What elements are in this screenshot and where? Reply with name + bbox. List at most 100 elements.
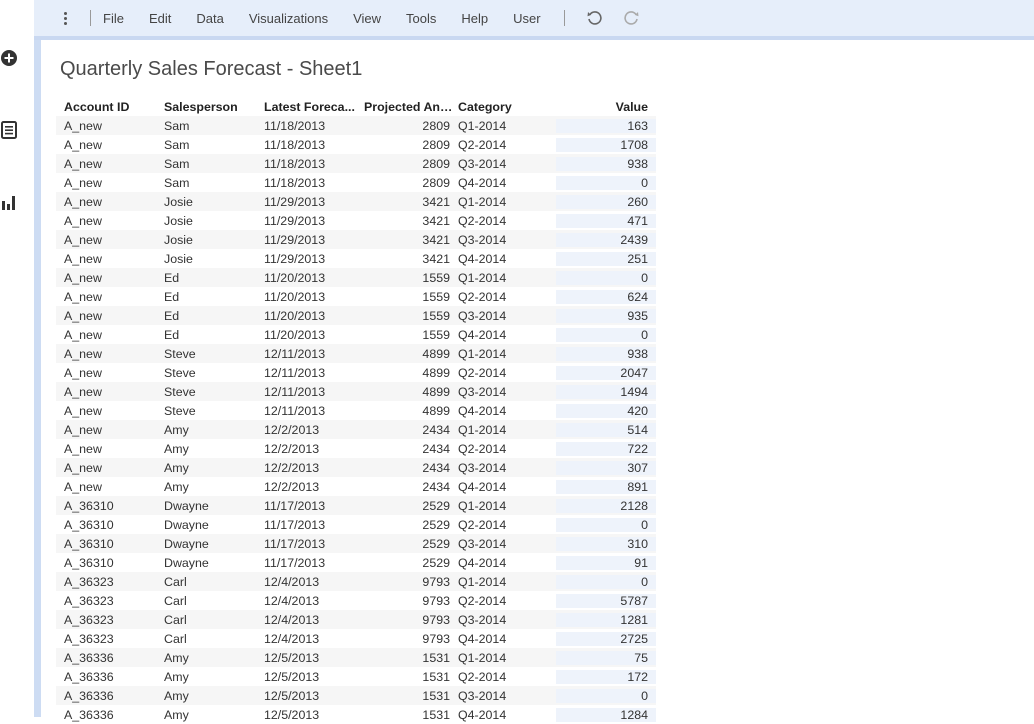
- salesperson-cell[interactable]: Ed: [156, 309, 256, 323]
- latest-forecast-cell[interactable]: 12/11/2013: [256, 404, 356, 418]
- category-cell[interactable]: Q2-2014: [456, 290, 556, 304]
- value-cell[interactable]: 935: [556, 308, 656, 323]
- account-id-cell[interactable]: A_36310: [56, 556, 156, 570]
- menu-data[interactable]: Data: [196, 11, 223, 26]
- salesperson-cell[interactable]: Amy: [156, 480, 256, 494]
- value-cell[interactable]: 172: [556, 669, 656, 684]
- category-cell[interactable]: Q3-2014: [456, 157, 556, 171]
- account-id-cell[interactable]: A_new: [56, 271, 156, 285]
- category-cell[interactable]: Q1-2014: [456, 271, 556, 285]
- salesperson-cell[interactable]: Amy: [156, 708, 256, 722]
- projected-annual-cell[interactable]: 1559: [356, 290, 456, 304]
- account-id-cell[interactable]: A_36336: [56, 708, 156, 722]
- latest-forecast-cell[interactable]: 12/11/2013: [256, 347, 356, 361]
- salesperson-cell[interactable]: Dwayne: [156, 499, 256, 513]
- salesperson-cell[interactable]: Sam: [156, 157, 256, 171]
- latest-forecast-cell[interactable]: 12/2/2013: [256, 461, 356, 475]
- salesperson-cell[interactable]: Steve: [156, 404, 256, 418]
- category-cell[interactable]: Q4-2014: [456, 252, 556, 266]
- category-cell[interactable]: Q3-2014: [456, 537, 556, 551]
- projected-annual-cell[interactable]: 4899: [356, 385, 456, 399]
- menu-help[interactable]: Help: [461, 11, 488, 26]
- column-header-account-id[interactable]: Account ID: [56, 100, 156, 114]
- category-cell[interactable]: Q4-2014: [456, 556, 556, 570]
- menu-view[interactable]: View: [353, 11, 381, 26]
- account-id-cell[interactable]: A_new: [56, 119, 156, 133]
- latest-forecast-cell[interactable]: 12/4/2013: [256, 632, 356, 646]
- category-cell[interactable]: Q4-2014: [456, 176, 556, 190]
- latest-forecast-cell[interactable]: 11/29/2013: [256, 214, 356, 228]
- salesperson-cell[interactable]: Ed: [156, 328, 256, 342]
- account-id-cell[interactable]: A_new: [56, 176, 156, 190]
- value-cell[interactable]: 75: [556, 650, 656, 665]
- value-cell[interactable]: 938: [556, 156, 656, 171]
- category-cell[interactable]: Q2-2014: [456, 442, 556, 456]
- table-row[interactable]: A_36310 Dwayne 11/17/2013 2529 Q3-2014 310: [56, 534, 656, 553]
- projected-annual-cell[interactable]: 2809: [356, 138, 456, 152]
- latest-forecast-cell[interactable]: 11/17/2013: [256, 518, 356, 532]
- latest-forecast-cell[interactable]: 11/20/2013: [256, 271, 356, 285]
- projected-annual-cell[interactable]: 2529: [356, 537, 456, 551]
- category-cell[interactable]: Q4-2014: [456, 632, 556, 646]
- latest-forecast-cell[interactable]: 11/17/2013: [256, 537, 356, 551]
- table-row[interactable]: A_new Ed 11/20/2013 1559 Q3-2014 935: [56, 306, 656, 325]
- table-row[interactable]: A_new Sam 11/18/2013 2809 Q1-2014 163: [56, 116, 656, 135]
- table-icon[interactable]: [0, 121, 18, 139]
- latest-forecast-cell[interactable]: 12/4/2013: [256, 594, 356, 608]
- account-id-cell[interactable]: A_36336: [56, 689, 156, 703]
- table-row[interactable]: A_new Steve 12/11/2013 4899 Q3-2014 1494: [56, 382, 656, 401]
- category-cell[interactable]: Q1-2014: [456, 423, 556, 437]
- category-cell[interactable]: Q4-2014: [456, 328, 556, 342]
- salesperson-cell[interactable]: Amy: [156, 651, 256, 665]
- latest-forecast-cell[interactable]: 11/18/2013: [256, 119, 356, 133]
- projected-annual-cell[interactable]: 2529: [356, 499, 456, 513]
- category-cell[interactable]: Q3-2014: [456, 689, 556, 703]
- account-id-cell[interactable]: A_new: [56, 480, 156, 494]
- value-cell[interactable]: 2439: [556, 232, 656, 247]
- category-cell[interactable]: Q1-2014: [456, 499, 556, 513]
- value-cell[interactable]: 514: [556, 422, 656, 437]
- projected-annual-cell[interactable]: 2529: [356, 518, 456, 532]
- salesperson-cell[interactable]: Steve: [156, 366, 256, 380]
- latest-forecast-cell[interactable]: 11/29/2013: [256, 195, 356, 209]
- table-row[interactable]: A_new Sam 11/18/2013 2809 Q3-2014 938: [56, 154, 656, 173]
- projected-annual-cell[interactable]: 1559: [356, 271, 456, 285]
- more-options-icon[interactable]: [54, 11, 76, 25]
- account-id-cell[interactable]: A_new: [56, 157, 156, 171]
- projected-annual-cell[interactable]: 4899: [356, 347, 456, 361]
- account-id-cell[interactable]: A_36310: [56, 537, 156, 551]
- salesperson-cell[interactable]: Dwayne: [156, 518, 256, 532]
- salesperson-cell[interactable]: Sam: [156, 119, 256, 133]
- column-header-projected-annual[interactable]: Projected Ann...: [356, 100, 456, 114]
- salesperson-cell[interactable]: Josie: [156, 252, 256, 266]
- column-header-category[interactable]: Category: [456, 100, 556, 114]
- table-row[interactable]: A_36323 Carl 12/4/2013 9793 Q3-2014 1281: [56, 610, 656, 629]
- latest-forecast-cell[interactable]: 11/29/2013: [256, 252, 356, 266]
- table-row[interactable]: A_new Amy 12/2/2013 2434 Q1-2014 514: [56, 420, 656, 439]
- salesperson-cell[interactable]: Steve: [156, 385, 256, 399]
- projected-annual-cell[interactable]: 2809: [356, 157, 456, 171]
- account-id-cell[interactable]: A_36336: [56, 670, 156, 684]
- value-cell[interactable]: 310: [556, 536, 656, 551]
- table-row[interactable]: A_new Josie 11/29/2013 3421 Q4-2014 251: [56, 249, 656, 268]
- table-row[interactable]: A_new Ed 11/20/2013 1559 Q4-2014 0: [56, 325, 656, 344]
- table-row[interactable]: A_new Amy 12/2/2013 2434 Q2-2014 722: [56, 439, 656, 458]
- latest-forecast-cell[interactable]: 12/5/2013: [256, 689, 356, 703]
- category-cell[interactable]: Q3-2014: [456, 309, 556, 323]
- value-cell[interactable]: 471: [556, 213, 656, 228]
- table-row[interactable]: A_new Ed 11/20/2013 1559 Q2-2014 624: [56, 287, 656, 306]
- value-cell[interactable]: 91: [556, 555, 656, 570]
- value-cell[interactable]: 0: [556, 175, 656, 190]
- table-row[interactable]: A_36323 Carl 12/4/2013 9793 Q1-2014 0: [56, 572, 656, 591]
- projected-annual-cell[interactable]: 2434: [356, 461, 456, 475]
- projected-annual-cell[interactable]: 2529: [356, 556, 456, 570]
- table-row[interactable]: A_36323 Carl 12/4/2013 9793 Q4-2014 2725: [56, 629, 656, 648]
- latest-forecast-cell[interactable]: 11/18/2013: [256, 176, 356, 190]
- projected-annual-cell[interactable]: 2434: [356, 423, 456, 437]
- account-id-cell[interactable]: A_new: [56, 214, 156, 228]
- category-cell[interactable]: Q1-2014: [456, 119, 556, 133]
- value-cell[interactable]: 0: [556, 327, 656, 342]
- account-id-cell[interactable]: A_36310: [56, 518, 156, 532]
- table-row[interactable]: A_new Josie 11/29/2013 3421 Q1-2014 260: [56, 192, 656, 211]
- salesperson-cell[interactable]: Amy: [156, 689, 256, 703]
